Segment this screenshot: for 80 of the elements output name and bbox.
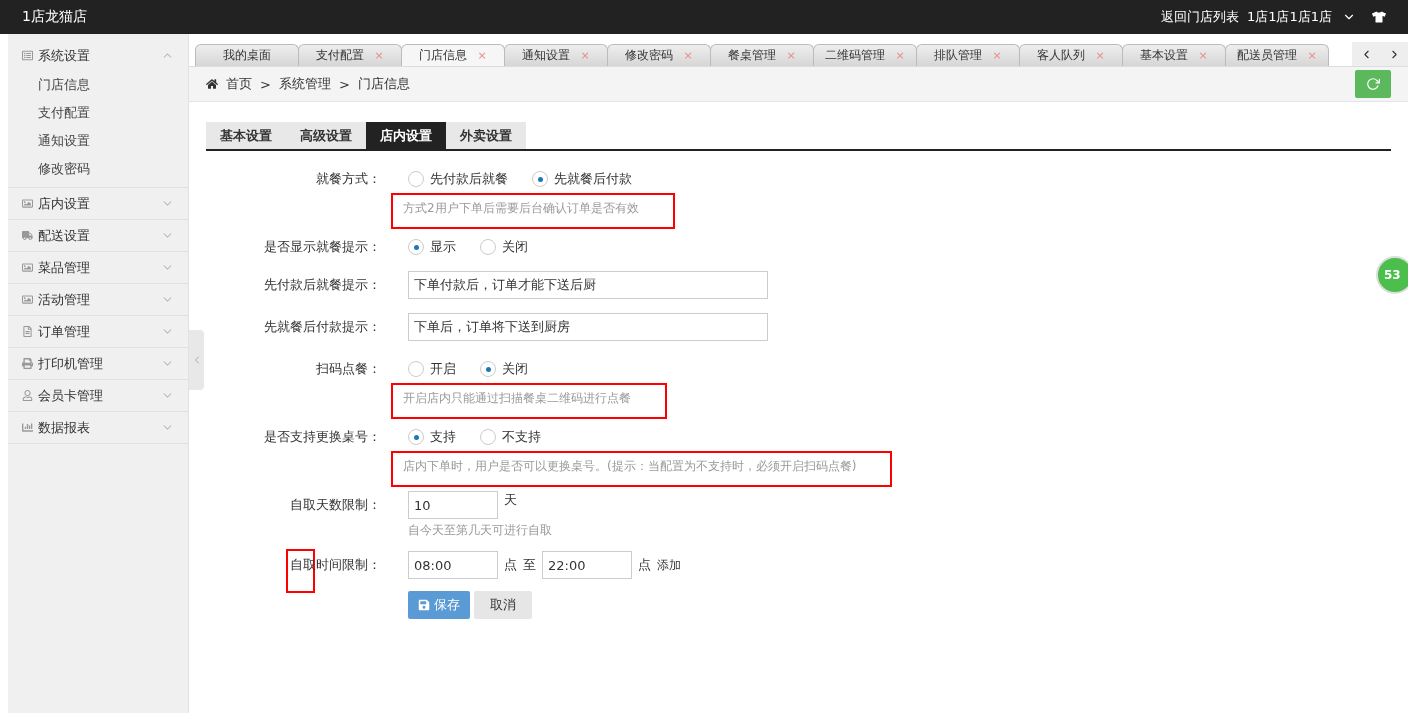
to-label: 至 [523, 556, 536, 574]
field-label: 是否显示就餐提示： [264, 239, 381, 254]
hint-text: 店内下单时，用户是否可以更换桌号。(提示：当配置为不支持时，必须开启扫码点餐) [391, 451, 893, 487]
page-tab[interactable]: 配送员管理 × [1225, 44, 1329, 66]
page-tab[interactable]: 客人队列 × [1019, 44, 1123, 66]
page-tab[interactable]: 餐桌管理 × [710, 44, 814, 66]
sidebar-item[interactable]: 门店信息 [8, 71, 188, 99]
menu-icon [22, 326, 33, 337]
sidebar-item[interactable]: 通知设置 [8, 127, 188, 155]
radio-option[interactable]: 先付款后就餐 [408, 170, 508, 188]
breadcrumb-item[interactable]: 系统管理 [278, 75, 331, 93]
sidebar-group[interactable]: 菜品管理 [8, 252, 188, 283]
save-icon [418, 599, 430, 611]
page-tab[interactable]: 我的桌面 [195, 44, 299, 66]
menu-icon [22, 198, 33, 209]
radio-option[interactable]: 显示 [408, 238, 456, 256]
text-field[interactable]: 下单后，订单将下送到厨房 [408, 313, 768, 341]
sidebar-group[interactable]: 店内设置 [8, 188, 188, 219]
sidebar-group[interactable]: 活动管理 [8, 284, 188, 315]
unit-label: 点 [504, 556, 517, 574]
page-tab[interactable]: 基本设置 × [1122, 44, 1226, 66]
add-link[interactable]: 添加 [657, 556, 681, 574]
page-tab[interactable]: 门店信息 × [401, 44, 505, 66]
breadcrumb-separator: > [338, 76, 350, 92]
menu-icon [22, 230, 33, 241]
sidebar-group[interactable]: 配送设置 [8, 220, 188, 251]
breadcrumb-item[interactable]: 首页 [226, 75, 252, 93]
field-label: 是否支持更换桌号： [264, 429, 381, 444]
time-field[interactable]: 22:00 [542, 551, 632, 579]
radio-option[interactable]: 先就餐后付款 [532, 170, 632, 188]
menu-icon [22, 294, 33, 305]
page-tab[interactable]: 排队管理 × [916, 44, 1020, 66]
unit-label: 天 [504, 491, 517, 509]
field-label: 自取天数限制： [290, 497, 381, 512]
field-label: 就餐方式： [316, 171, 381, 186]
sidebar-group[interactable]: 系统设置 [8, 40, 188, 71]
hint-text: 开启店内只能通过扫描餐桌二维码进行点餐 [391, 383, 667, 419]
collapse-handle[interactable] [189, 330, 204, 390]
sidebar-group[interactable]: 会员卡管理 [8, 380, 188, 411]
store-switcher[interactable]: 1店1店1店1店 [1246, 8, 1332, 26]
home-icon[interactable] [206, 78, 218, 90]
hint-text: 方式2用户下单后需要后台确认订单是否有效 [391, 193, 675, 229]
menu-icon [22, 390, 33, 401]
page-tab[interactable]: 修改密码 × [607, 44, 711, 66]
sidebar-group[interactable]: 订单管理 [8, 316, 188, 347]
field-label: 先付款后就餐提示： [264, 277, 381, 292]
refresh-icon [1366, 77, 1380, 91]
sidebar-item[interactable]: 修改密码 [8, 155, 188, 183]
settings-tab[interactable]: 外卖设置 [446, 122, 526, 149]
menu-icon [22, 262, 33, 273]
field-label: 扫码点餐： [316, 361, 381, 376]
breadcrumb-separator: > [260, 76, 271, 92]
radio-option[interactable]: 开启 [408, 360, 456, 378]
settings-tab[interactable]: 基本设置 [206, 122, 286, 149]
settings-tab[interactable]: 高级设置 [286, 122, 366, 149]
cancel-button[interactable]: 取消 [474, 591, 532, 619]
menu-icon [22, 50, 33, 61]
tshirt-icon[interactable] [1372, 10, 1386, 24]
sidebar-item[interactable]: 支付配置 [8, 99, 188, 127]
field-label: 先就餐后付款提示： [264, 319, 381, 334]
page-tab[interactable]: 二维码管理 × [813, 44, 917, 66]
text-field[interactable]: 下单付款后，订单才能下送后厨 [408, 271, 768, 299]
menu-icon [22, 358, 33, 369]
hint-text: 自今天至第几天可进行自取 [408, 522, 552, 539]
back-link[interactable]: 返回门店列表 [1160, 8, 1239, 26]
unit-label: 点 [638, 556, 651, 574]
page-tab[interactable]: 通知设置 × [504, 44, 608, 66]
breadcrumb-item[interactable]: 门店信息 [357, 75, 410, 93]
sidebar-group[interactable]: 打印机管理 [8, 348, 188, 379]
radio-option[interactable]: 关闭 [480, 360, 528, 378]
radio-option[interactable]: 支持 [408, 428, 456, 446]
store-title: 1店龙猫店 [22, 8, 87, 26]
settings-tab[interactable]: 店内设置 [366, 122, 446, 149]
sidebar-group[interactable]: 数据报表 [8, 412, 188, 443]
page-tab[interactable]: 支付配置 × [298, 44, 402, 66]
radio-option[interactable]: 关闭 [480, 238, 528, 256]
number-field[interactable]: 10 [408, 491, 498, 519]
menu-icon [22, 422, 33, 433]
radio-option[interactable]: 不支持 [480, 428, 541, 446]
time-field[interactable]: 08:00 [408, 551, 498, 579]
